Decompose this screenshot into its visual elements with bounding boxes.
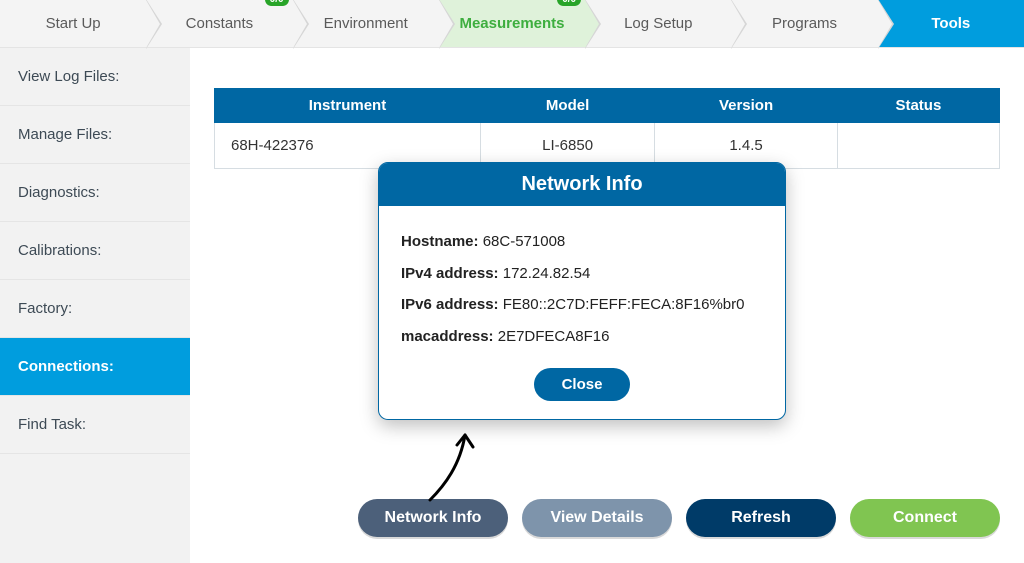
th-model: Model (480, 89, 654, 123)
crumb-label: Environment (324, 15, 408, 32)
crumb-label: Programs (772, 15, 837, 32)
crumb-label: Tools (931, 15, 970, 32)
sidebar-item-manage-files[interactable]: Manage Files: (0, 106, 190, 164)
badge-measurements: 0/0 (557, 0, 581, 6)
sidebar-item-calibrations[interactable]: Calibrations: (0, 222, 190, 280)
crumb-log-setup[interactable]: Log Setup (585, 0, 731, 47)
th-status: Status (837, 89, 999, 123)
network-info-button[interactable]: Network Info (358, 499, 508, 537)
badge-constants: 0/0 (265, 0, 289, 6)
sidebar-item-diagnostics[interactable]: Diagnostics: (0, 164, 190, 222)
ipv6-label: IPv6 address: (401, 296, 499, 313)
sidebar-item-find-task[interactable]: Find Task: (0, 396, 190, 454)
action-button-row: Network Info View Details Refresh Connec… (358, 499, 1000, 537)
th-version: Version (655, 89, 837, 123)
crumb-measurements[interactable]: Measurements 0/0 (439, 0, 585, 47)
crumb-environment[interactable]: Environment (293, 0, 439, 47)
mac-label: macaddress: (401, 328, 494, 345)
mac-value: 2E7DFECA8F16 (498, 328, 610, 345)
view-details-button[interactable]: View Details (522, 499, 672, 537)
crumb-tools[interactable]: Tools (878, 0, 1024, 47)
ipv4-value: 172.24.82.54 (503, 265, 591, 282)
th-instrument: Instrument (215, 89, 481, 123)
ipv4-label: IPv4 address: (401, 265, 499, 282)
sidebar-item-connections[interactable]: Connections: (0, 338, 190, 396)
crumb-label: Measurements (459, 15, 564, 32)
modal-close-button[interactable]: Close (534, 368, 631, 401)
crumb-label: Log Setup (624, 15, 692, 32)
instrument-table: Instrument Model Version Status 68H-4223… (214, 88, 1000, 169)
refresh-button[interactable]: Refresh (686, 499, 836, 537)
connect-button[interactable]: Connect (850, 499, 1000, 537)
crumb-label: Constants (186, 15, 254, 32)
hostname-label: Hostname: (401, 233, 479, 250)
modal-body: Hostname: 68C-571008 IPv4 address: 172.2… (379, 206, 785, 362)
cell-status (837, 123, 999, 169)
breadcrumb-nav: Start Up Constants 0/0 Environment Measu… (0, 0, 1024, 48)
modal-title: Network Info (379, 163, 785, 206)
crumb-constants[interactable]: Constants 0/0 (146, 0, 292, 47)
sidebar-item-factory[interactable]: Factory: (0, 280, 190, 338)
hostname-value: 68C-571008 (483, 233, 566, 250)
crumb-programs[interactable]: Programs (731, 0, 877, 47)
sidebar-item-view-log-files[interactable]: View Log Files: (0, 48, 190, 106)
network-info-modal: Network Info Hostname: 68C-571008 IPv4 a… (378, 162, 786, 420)
crumb-label: Start Up (46, 15, 101, 32)
sidebar: View Log Files: Manage Files: Diagnostic… (0, 48, 190, 563)
ipv6-value: FE80::2C7D:FEFF:FECA:8F16%br0 (503, 296, 745, 313)
crumb-start-up[interactable]: Start Up (0, 0, 146, 47)
